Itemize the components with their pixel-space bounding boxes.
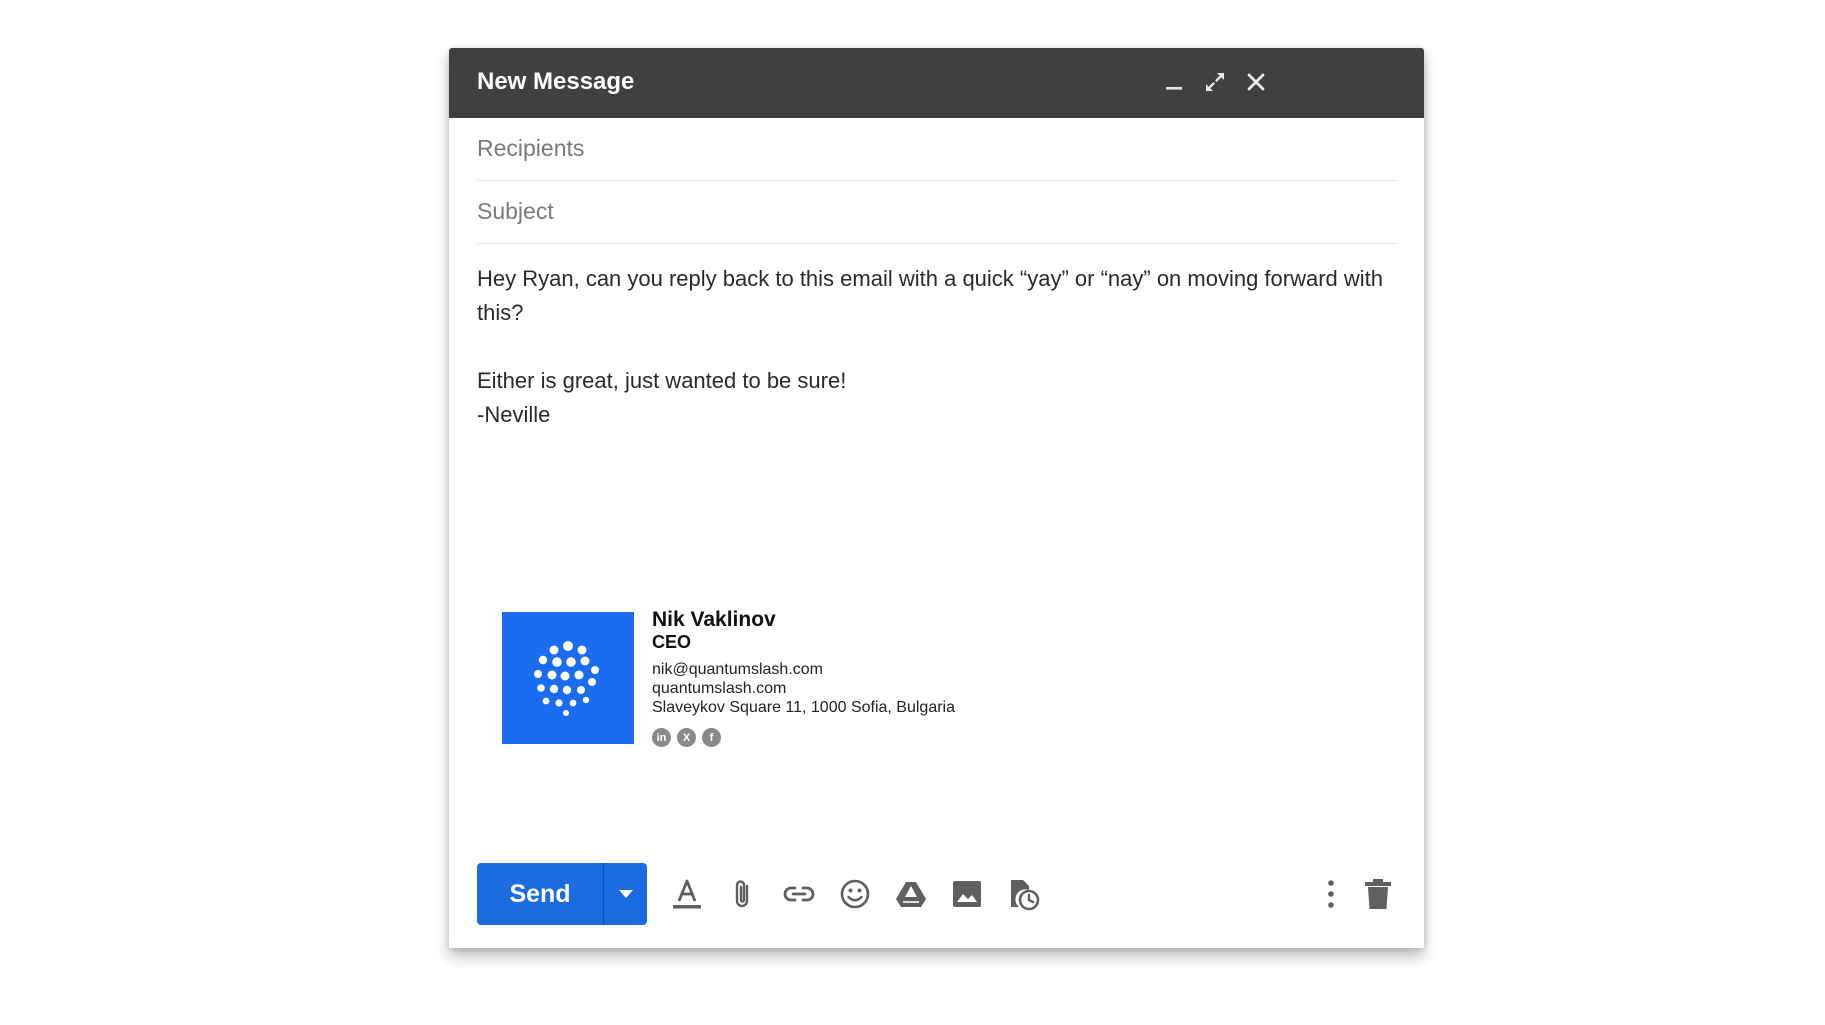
attach-icon bbox=[735, 880, 749, 908]
body-line: -Neville bbox=[477, 402, 551, 427]
insert-link-button[interactable] bbox=[778, 873, 820, 915]
message-body[interactable]: Hey Ryan, can you reply back to this ema… bbox=[477, 262, 1397, 432]
image-icon bbox=[953, 881, 981, 907]
body-line: Hey Ryan, can you reply back to this ema… bbox=[477, 266, 1384, 325]
discard-draft-button[interactable] bbox=[1357, 873, 1399, 915]
quantumslash-logo-icon bbox=[534, 641, 599, 716]
signature-block: Nik Vaklinov CEO nik@quantumslash.com qu… bbox=[652, 608, 955, 747]
signature-email[interactable]: nik@quantumslash.com bbox=[652, 660, 955, 679]
formatting-button[interactable] bbox=[666, 873, 708, 915]
schedule-icon bbox=[1011, 880, 1040, 911]
signature-socials: in X f bbox=[652, 728, 955, 747]
send-options-button[interactable] bbox=[604, 863, 647, 925]
window-title: New Message bbox=[477, 68, 635, 95]
fullscreen-button[interactable] bbox=[1198, 65, 1232, 99]
expand-icon bbox=[1206, 73, 1224, 91]
body-line: Either is great, just wanted to be sure! bbox=[477, 368, 847, 393]
close-icon bbox=[1247, 73, 1265, 91]
minimize-icon bbox=[1166, 87, 1182, 90]
minimize-button[interactable] bbox=[1157, 65, 1191, 99]
linkedin-icon[interactable]: in bbox=[652, 728, 671, 747]
schedule-send-button[interactable] bbox=[1002, 873, 1044, 915]
link-icon bbox=[783, 886, 815, 902]
send-button-group: Send bbox=[477, 863, 647, 925]
insert-photo-button[interactable] bbox=[946, 873, 988, 915]
drive-button[interactable] bbox=[890, 873, 932, 915]
signature-website[interactable]: quantumslash.com bbox=[652, 679, 955, 698]
signature-address: Slaveykov Square 11, 1000 Sofia, Bulgari… bbox=[652, 699, 956, 716]
subject-field bbox=[477, 181, 1397, 244]
subject-input[interactable] bbox=[477, 193, 1397, 229]
facebook-icon[interactable]: f bbox=[702, 728, 721, 747]
trash-icon bbox=[1365, 879, 1391, 909]
signature-name: Nik Vaklinov bbox=[652, 608, 776, 631]
signature-role: CEO bbox=[652, 632, 692, 652]
recipients-field bbox=[477, 118, 1397, 181]
close-button[interactable] bbox=[1239, 65, 1273, 99]
drive-icon bbox=[896, 882, 926, 907]
attach-button[interactable] bbox=[722, 873, 764, 915]
recipients-input[interactable] bbox=[477, 130, 1397, 166]
more-options-icon bbox=[1328, 880, 1334, 908]
send-button[interactable]: Send bbox=[477, 863, 603, 925]
caret-down-icon bbox=[618, 890, 633, 898]
emoji-button[interactable] bbox=[834, 873, 876, 915]
emoji-icon bbox=[840, 879, 870, 909]
more-options-button[interactable] bbox=[1310, 873, 1352, 915]
x-icon[interactable]: X bbox=[677, 728, 696, 747]
text-format-icon bbox=[673, 879, 701, 909]
compose-titlebar[interactable]: New Message bbox=[449, 48, 1424, 118]
compose-window: New Message Hey Ryan, can you reply back… bbox=[449, 48, 1424, 948]
signature-logo bbox=[502, 612, 634, 744]
